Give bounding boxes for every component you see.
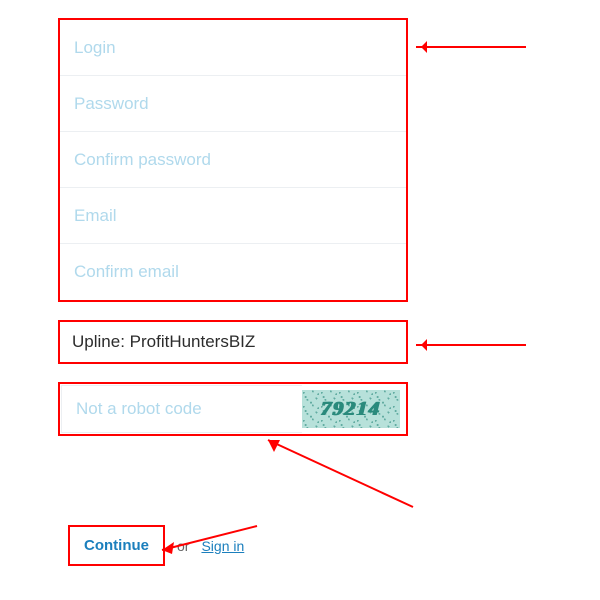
continue-button[interactable]: Continue <box>68 525 165 566</box>
confirm-email-field-row <box>60 244 406 300</box>
signup-fields-group <box>58 18 408 302</box>
captcha-input[interactable] <box>76 399 288 419</box>
confirm-password-field-row <box>60 132 406 188</box>
login-input[interactable] <box>74 38 392 58</box>
annotation-arrow-icon <box>258 432 418 512</box>
login-field-row <box>60 20 406 76</box>
password-field-row <box>60 76 406 132</box>
captcha-image: 79214 <box>302 390 400 428</box>
email-field-row <box>60 188 406 244</box>
captcha-code: 79214 <box>320 398 382 421</box>
confirm-password-input[interactable] <box>74 150 392 170</box>
captcha-row: 79214 <box>58 382 408 436</box>
email-input[interactable] <box>74 206 392 226</box>
annotation-arrow-icon <box>152 520 262 560</box>
captcha-input-wrap <box>61 385 302 433</box>
upline-display: Upline: ProfitHuntersBIZ <box>58 320 408 364</box>
annotation-arrow-icon <box>416 46 526 48</box>
password-input[interactable] <box>74 94 392 114</box>
confirm-email-input[interactable] <box>74 262 392 282</box>
annotation-arrow-icon <box>416 344 526 346</box>
upline-text: Upline: ProfitHuntersBIZ <box>72 332 255 352</box>
